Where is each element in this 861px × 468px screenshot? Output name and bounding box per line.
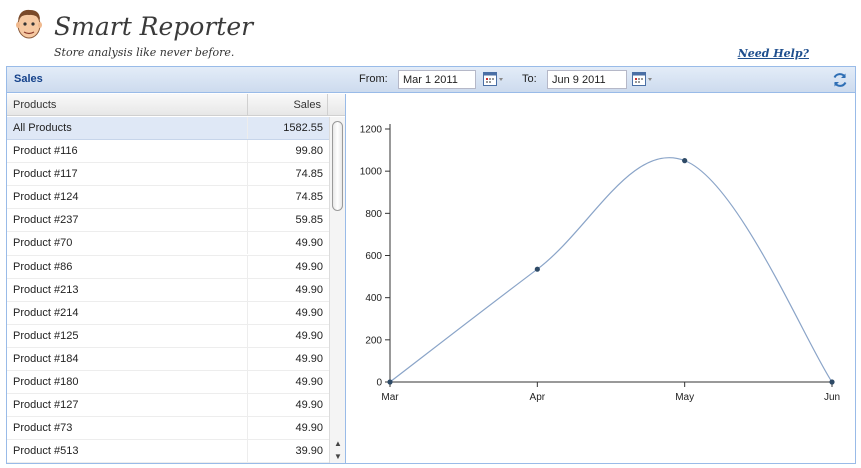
column-header-sales[interactable]: Sales [248, 94, 328, 116]
mascot-face-icon [16, 9, 42, 39]
scrollbar-thumb[interactable] [332, 121, 343, 211]
sales-value-cell: 49.90 [295, 283, 323, 296]
table-row[interactable]: Product #213 49.90 [7, 278, 329, 302]
sales-value-cell: 59.85 [295, 214, 323, 227]
scroll-down-arrow-icon[interactable]: ▼ [330, 450, 345, 463]
table-row[interactable]: All Products 1582.55 [7, 117, 329, 141]
product-name-cell: Product #86 [7, 255, 248, 278]
product-name-cell: Product #117 [7, 163, 248, 186]
table-row[interactable]: Product #127 49.90 [7, 394, 329, 418]
table-row[interactable]: Product #180 49.90 [7, 371, 329, 395]
sales-value-cell: 49.90 [295, 260, 323, 273]
product-name-cell: Product #116 [7, 140, 248, 163]
from-date-picker-button[interactable] [482, 71, 506, 88]
app-title: Smart Reporter [54, 12, 254, 41]
table-row[interactable]: Product #117 74.85 [7, 163, 329, 187]
product-name-cell: Product #214 [7, 301, 248, 324]
product-name-cell: Product #73 [7, 417, 248, 440]
product-name-cell: Product #237 [7, 209, 248, 232]
grid-body: All Products 1582.55 Product #116 99.80 Prod… [7, 117, 329, 463]
x-tick-label: May [675, 392, 694, 403]
sales-value-cell: 99.80 [295, 145, 323, 158]
panel-title: Sales [14, 73, 43, 85]
y-tick-label: 1200 [360, 125, 383, 136]
data-point [534, 266, 540, 272]
table-row[interactable]: Product #124 74.85 [7, 186, 329, 210]
table-row[interactable]: Product #237 59.85 [7, 209, 329, 233]
sales-value-cell: 39.90 [295, 445, 323, 458]
product-name-cell: Product #70 [7, 232, 248, 255]
table-row[interactable]: Product #125 49.90 [7, 324, 329, 348]
x-tick-label: Apr [530, 392, 546, 403]
y-tick-label: 200 [365, 335, 382, 346]
sales-value-cell: 49.90 [295, 306, 323, 319]
calendar-icon [483, 72, 503, 86]
refresh-icon [833, 73, 847, 87]
grid-scrollbar[interactable]: ▲ ▼ [329, 117, 345, 463]
product-name-cell: Product #513 [7, 440, 248, 463]
sales-line-chart: 0 200 400 600 800 1000 1200 Mar Apr May Jun [360, 124, 840, 403]
table-row[interactable]: Product #86 49.90 [7, 255, 329, 279]
sales-value-cell: 49.90 [295, 399, 323, 412]
y-tick-label: 1000 [360, 167, 383, 178]
from-label: From: [359, 73, 388, 85]
sales-value-cell: 49.90 [295, 376, 323, 389]
sales-value-cell: 49.90 [295, 329, 323, 342]
calendar-icon [632, 72, 652, 86]
to-label: To: [522, 73, 537, 85]
products-grid: Products Sales All Products 1582.55 Produc… [7, 94, 346, 463]
table-row[interactable]: Product #70 49.90 [7, 232, 329, 256]
scroll-up-arrow-icon[interactable]: ▲ [330, 437, 345, 450]
product-name-cell: Product #127 [7, 394, 248, 417]
sales-value-cell: 49.90 [295, 352, 323, 365]
panel-toolbar: Sales From: To: [7, 67, 855, 93]
x-tick-label: Mar [381, 392, 399, 403]
data-point [387, 379, 393, 385]
column-header-products[interactable]: Products [7, 94, 248, 116]
sales-value-cell: 74.85 [295, 191, 323, 204]
sales-value-cell: 1582.55 [283, 122, 323, 134]
y-tick-label: 800 [365, 209, 382, 220]
product-name-cell: Product #124 [7, 186, 248, 209]
sales-chart: 0 200 400 600 800 1000 1200 Mar Apr May Jun [347, 94, 855, 463]
sales-panel: Sales From: To: [6, 66, 856, 464]
table-row[interactable]: Product #214 49.90 [7, 301, 329, 325]
to-date-picker-button[interactable] [631, 71, 655, 88]
sales-series-line [389, 157, 833, 383]
x-tick-label: Jun [824, 392, 840, 403]
sales-value-cell: 74.85 [295, 168, 323, 181]
data-point [682, 158, 688, 164]
product-name-cell: Product #213 [7, 278, 248, 301]
product-name-cell: All Products [7, 117, 248, 139]
table-row[interactable]: Product #513 39.90 [7, 440, 329, 463]
app-tagline: Store analysis like never before. [54, 46, 235, 59]
product-name-cell: Product #125 [7, 324, 248, 347]
table-row[interactable]: Product #116 99.80 [7, 140, 329, 164]
from-date-input[interactable] [398, 70, 476, 89]
y-tick-label: 400 [365, 293, 382, 304]
sales-value-cell: 49.90 [295, 422, 323, 435]
y-tick-label: 0 [376, 378, 382, 389]
y-tick-label: 600 [365, 251, 382, 262]
grid-header: Products Sales [7, 94, 345, 116]
table-row[interactable]: Product #184 49.90 [7, 347, 329, 372]
need-help-link[interactable]: Need Help? [738, 47, 809, 60]
data-point [829, 379, 835, 385]
table-row[interactable]: Product #73 49.90 [7, 417, 329, 441]
refresh-button[interactable] [831, 71, 849, 89]
sales-value-cell: 49.90 [295, 237, 323, 250]
product-name-cell: Product #184 [7, 347, 248, 370]
product-name-cell: Product #180 [7, 371, 248, 394]
to-date-input[interactable] [547, 70, 627, 89]
app-header: Smart Reporter Store analysis like never… [0, 0, 861, 64]
